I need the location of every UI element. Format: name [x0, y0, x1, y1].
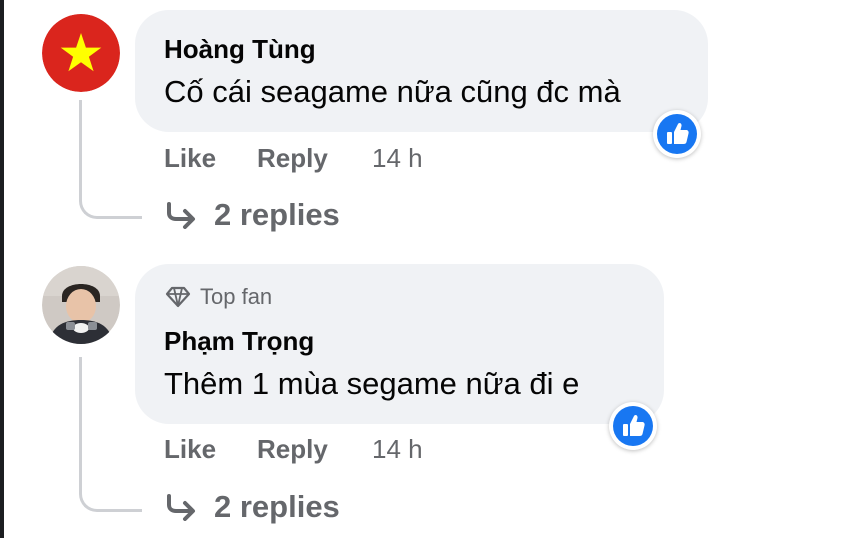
view-replies-button[interactable]: 2 replies	[164, 489, 340, 525]
diamond-icon	[165, 286, 191, 308]
thread-line	[79, 357, 142, 512]
replies-count: 2 replies	[214, 197, 340, 232]
user-photo-icon	[42, 266, 120, 344]
top-fan-badge: Top fan	[164, 284, 272, 310]
like-button[interactable]: Like	[164, 143, 216, 174]
avatar[interactable]	[42, 14, 120, 92]
window-edge	[0, 0, 4, 538]
comment-text: Cố cái seagame nữa cũng đc mà	[164, 74, 621, 109]
like-button[interactable]: Like	[164, 434, 216, 465]
comment-timestamp[interactable]: 14 h	[372, 143, 423, 174]
view-replies-button[interactable]: 2 replies	[164, 197, 340, 233]
like-reaction-icon[interactable]	[609, 402, 657, 450]
reply-arrow-icon	[167, 202, 195, 229]
vietnam-flag-icon	[42, 14, 120, 92]
thread-line	[79, 100, 142, 219]
comment-timestamp[interactable]: 14 h	[372, 434, 423, 465]
badge-label: Top fan	[200, 284, 273, 309]
reply-arrow-icon	[167, 494, 195, 521]
reply-button[interactable]: Reply	[257, 143, 328, 174]
avatar[interactable]	[42, 266, 120, 344]
thumbs-up-icon	[623, 414, 645, 436]
replies-count: 2 replies	[214, 489, 340, 524]
thumbs-up-icon	[667, 122, 689, 144]
comment-bubble	[135, 10, 708, 132]
reply-button[interactable]: Reply	[257, 434, 328, 465]
like-reaction-icon[interactable]	[653, 110, 701, 158]
comment-text: Thêm 1 mùa segame nữa đi e	[164, 366, 580, 401]
comment-author[interactable]: Phạm Trọng	[164, 326, 314, 357]
comment-author[interactable]: Hoàng Tùng	[164, 34, 316, 65]
